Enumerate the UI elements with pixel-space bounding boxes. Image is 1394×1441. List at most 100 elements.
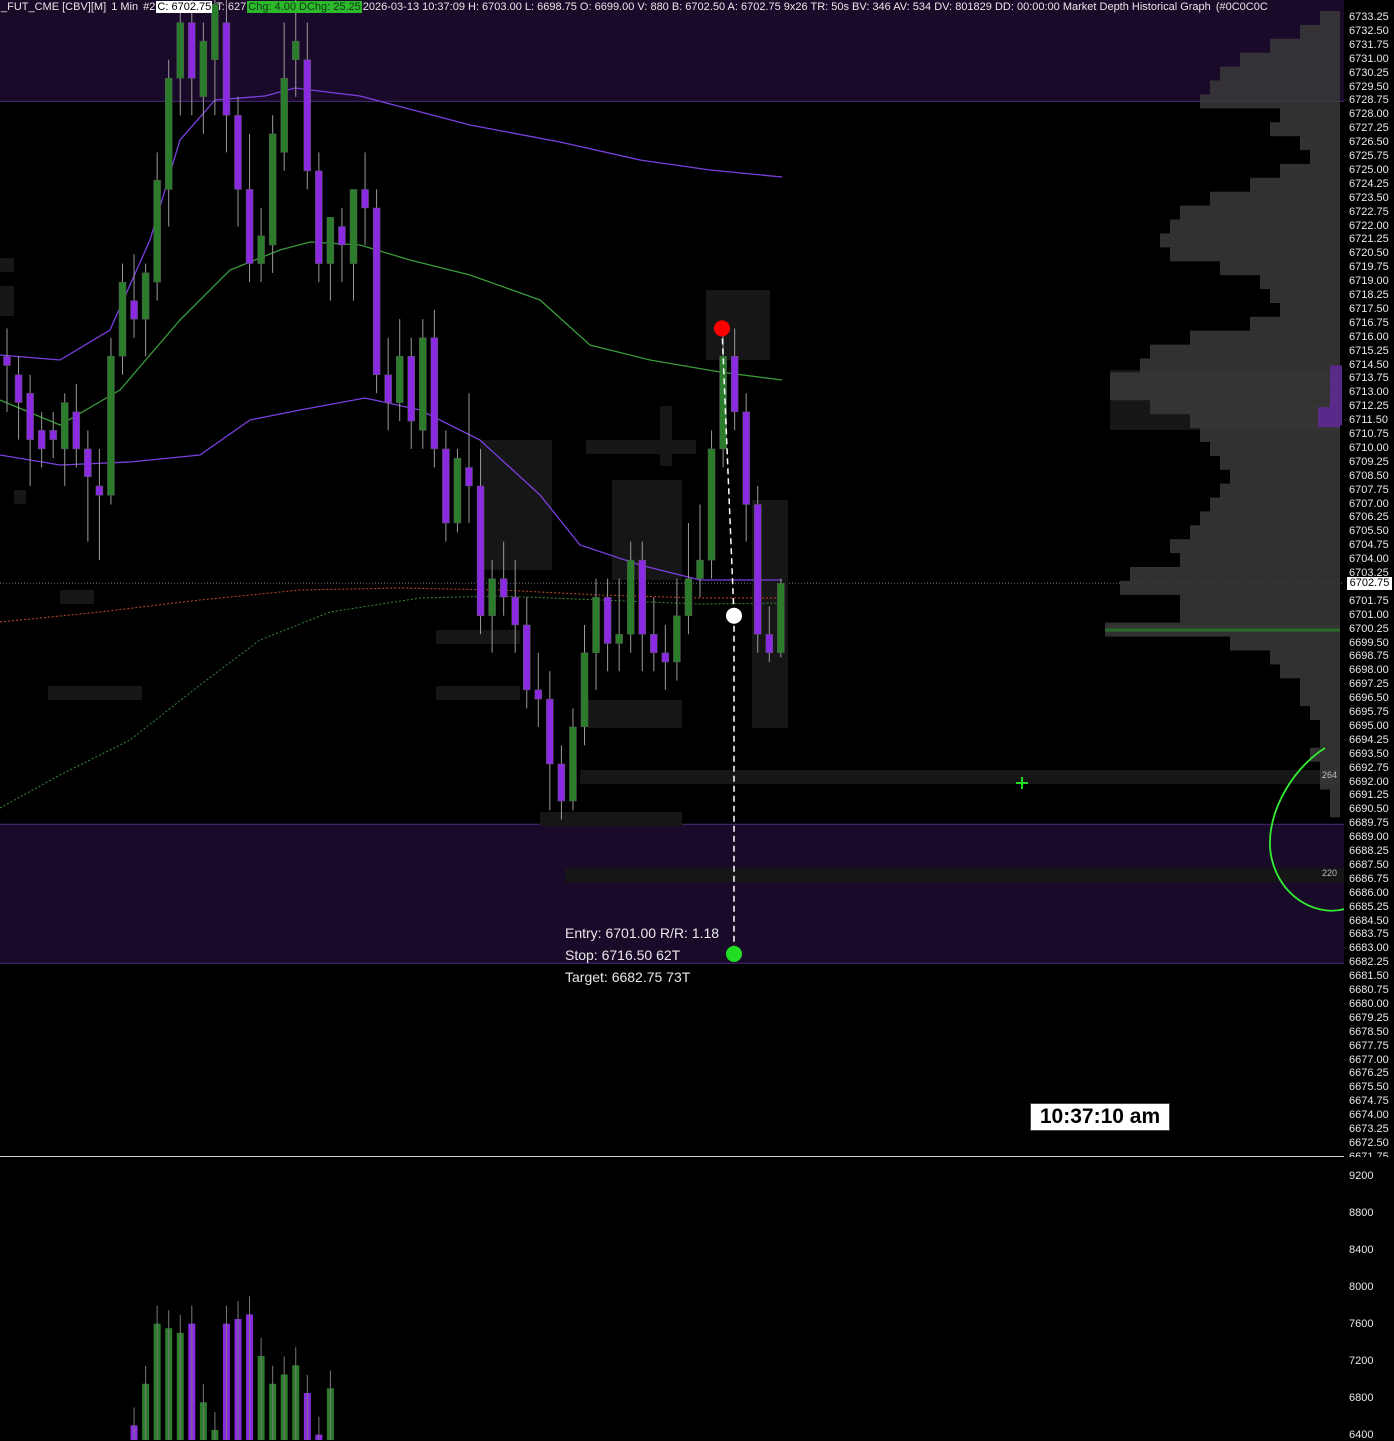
candle [107, 337, 115, 505]
profile-bar [1180, 594, 1340, 609]
price-tick-label: 6681.50 [1349, 970, 1389, 983]
candle [130, 254, 138, 338]
profile-bar [1300, 678, 1340, 693]
price-tick-label: 6722.00 [1349, 219, 1389, 232]
candle [465, 393, 473, 524]
candle [684, 523, 693, 635]
volume-tick-label: 8400 [1349, 1244, 1374, 1256]
price-tick-label: 6692.75 [1349, 761, 1389, 774]
candle [84, 430, 92, 542]
profile-bar [1110, 386, 1340, 401]
candle-body [14, 374, 23, 403]
clock-display: 10:37:10 am [1030, 1103, 1170, 1131]
profile-bar [1320, 733, 1340, 748]
price-tick-label: 6677.00 [1349, 1053, 1389, 1066]
profile-bar [1280, 302, 1340, 317]
candle-body [465, 467, 473, 487]
price-tick-label: 6695.75 [1349, 706, 1389, 718]
price-tick-label: 6689.00 [1349, 831, 1389, 844]
profile-bar [1300, 136, 1340, 151]
price-tick-label: 6730.25 [1349, 66, 1389, 79]
candle [638, 541, 646, 672]
candle-body [511, 596, 519, 626]
price-tick-label: 6682.25 [1349, 956, 1389, 969]
volume-chart[interactable] [0, 1157, 1344, 1440]
price-tick-label: 6699.50 [1349, 636, 1389, 649]
depth-block [0, 258, 14, 272]
candle-body [176, 22, 184, 79]
volume-tick-label: 7600 [1349, 1318, 1374, 1330]
profile-bar [1300, 24, 1340, 39]
profile-note-upper: 264 [1322, 770, 1338, 780]
candle-body [3, 355, 11, 366]
volume-tick-label: 6800 [1349, 1392, 1374, 1404]
depth-block [436, 630, 520, 644]
candle [26, 374, 34, 486]
profile-bar [1200, 94, 1340, 109]
candle-body [372, 207, 381, 376]
price-tick-label: 6725.75 [1349, 150, 1389, 162]
candle-body [569, 726, 577, 802]
depth-block [48, 686, 142, 700]
candle [315, 152, 323, 283]
candle [442, 430, 450, 542]
price-tick-label: 6691.25 [1349, 789, 1389, 802]
price-tick-label: 6683.75 [1349, 928, 1389, 941]
profile-note-lower: 220 [1322, 868, 1338, 878]
candle-body [684, 578, 693, 616]
volume-tick-label: 7200 [1349, 1355, 1374, 1367]
candle [673, 578, 681, 681]
price-tick-label: 6685.25 [1349, 900, 1389, 913]
candle [453, 448, 462, 533]
price-tick-label: 6723.50 [1349, 191, 1389, 204]
profile-bar [1300, 692, 1340, 707]
candle [580, 624, 589, 746]
candle [164, 59, 173, 227]
profile-poc [1105, 628, 1340, 632]
trade-info-label: Entry: 6701.00 R/R: 1.18 Stop: 6716.50 6… [565, 922, 719, 988]
volume-bars [130, 1296, 334, 1440]
interval[interactable]: 1 Min [110, 1, 139, 13]
price-tick-label: 6731.00 [1349, 52, 1389, 65]
profile-bar [1150, 344, 1340, 359]
profile-bar [1110, 372, 1340, 387]
price-tick-label: 6705.50 [1349, 525, 1389, 538]
price-tick-label: 6727.25 [1349, 122, 1389, 135]
price-tick-label: 6701.00 [1349, 608, 1389, 621]
candle-body [765, 633, 774, 654]
price-tick-label: 6701.75 [1349, 594, 1389, 607]
depth-block [588, 700, 682, 728]
candle-body [442, 448, 450, 524]
stop-marker [714, 320, 730, 337]
candle [603, 578, 612, 672]
candle [430, 309, 439, 468]
ma-purple-long [0, 87, 783, 361]
price-tick-label: 6687.50 [1349, 858, 1389, 871]
depth-block [480, 440, 552, 570]
price-tick-label: 6732.50 [1349, 24, 1389, 37]
price-tick-label: 6728.75 [1349, 94, 1389, 107]
volume-axis[interactable]: 9200 8800 8400 8000 7600 7200 6800 6400 [1344, 1157, 1394, 1441]
candle-body [419, 337, 427, 431]
depth-block [14, 490, 26, 504]
candle-body [384, 374, 392, 403]
profile-bar [1270, 650, 1340, 665]
candle-body [26, 393, 34, 440]
price-tick-label: 6698.75 [1349, 650, 1389, 663]
profile-bar [1200, 511, 1340, 526]
price-tick-label: 6708.50 [1349, 469, 1389, 482]
price-tick-label: 6697.25 [1349, 678, 1389, 691]
price-tick-label: 6704.00 [1349, 553, 1389, 566]
candle [557, 745, 566, 820]
profile-bar [1130, 567, 1340, 581]
price-tick-label: 6722.75 [1349, 205, 1389, 218]
candle-body [430, 337, 439, 450]
candle-body [730, 355, 739, 413]
candle-body [453, 457, 462, 524]
profile-bar [1210, 191, 1340, 206]
price-tick-label: 6718.25 [1349, 289, 1389, 301]
price-tick-label: 6689.75 [1349, 817, 1389, 830]
header-tail: (#0C0C0C [1215, 1, 1268, 13]
symbol: _FUT_CME [CBV][M] [1, 1, 107, 13]
candle-body [650, 633, 658, 654]
